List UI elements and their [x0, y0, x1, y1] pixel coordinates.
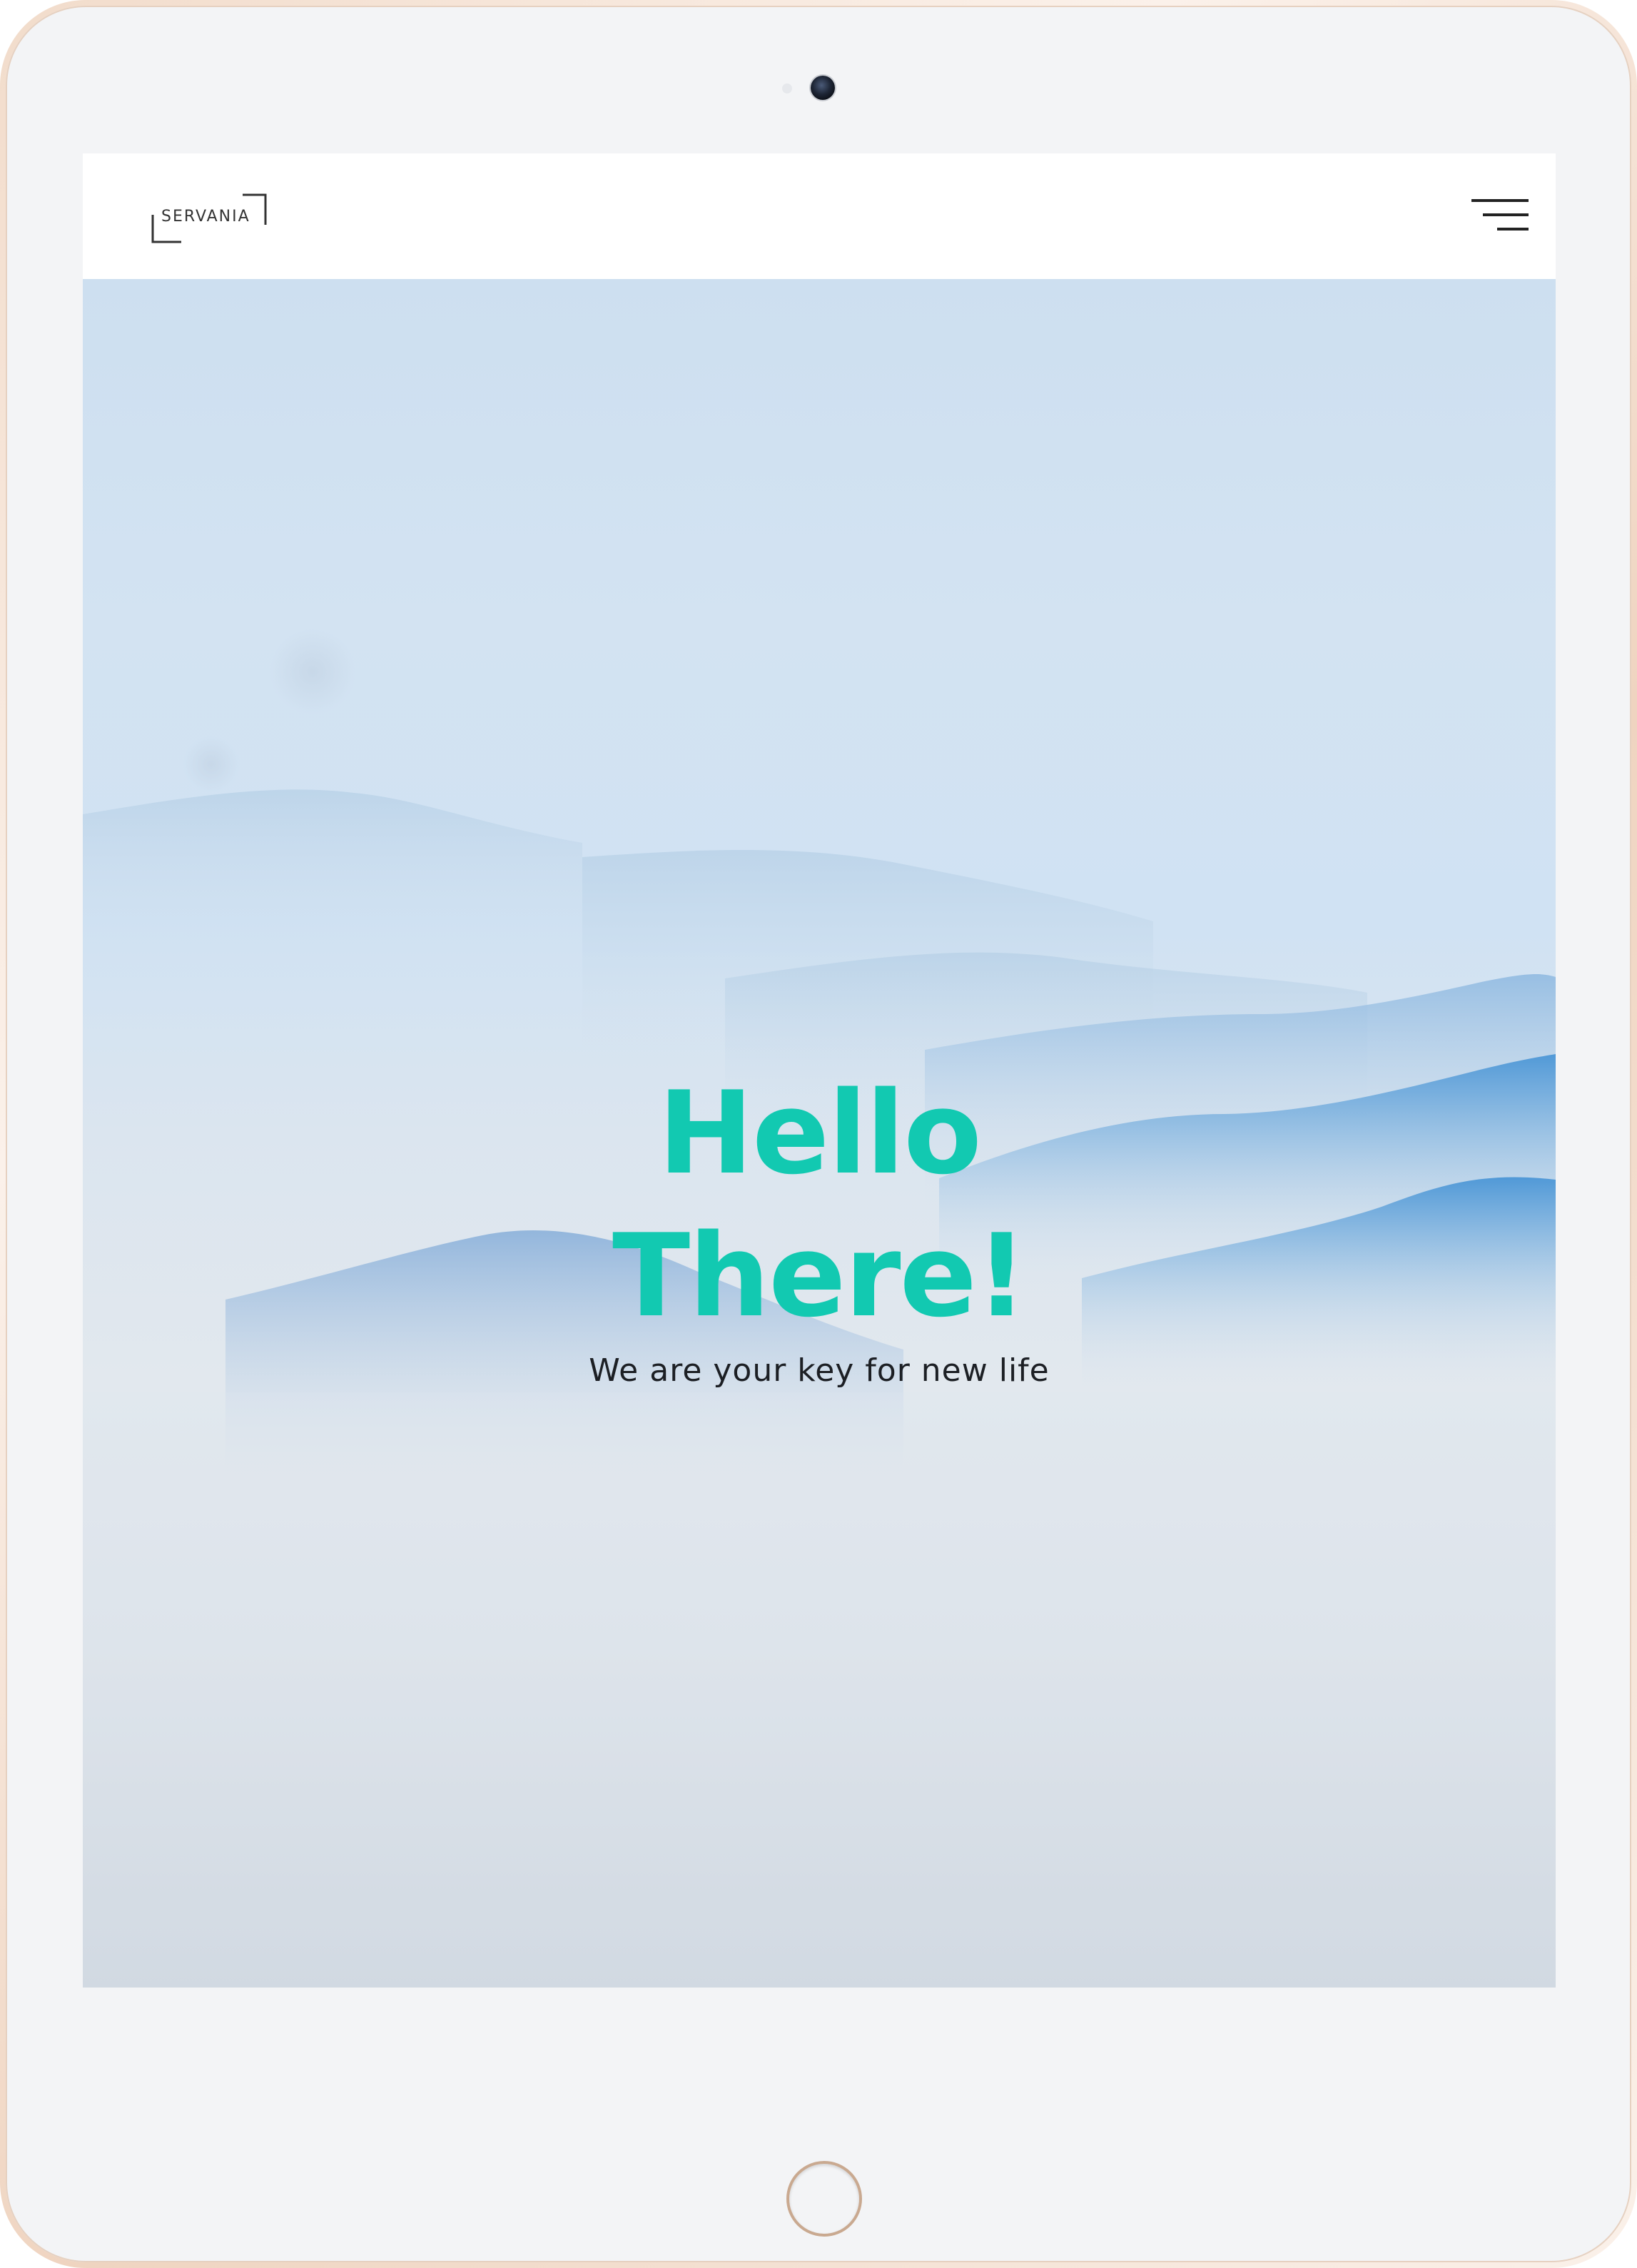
logo-text: SERVANIA [161, 208, 250, 226]
home-button[interactable] [786, 2161, 862, 2237]
hero-title-line-2: There! [612, 1209, 1028, 1343]
front-camera-icon [811, 76, 835, 100]
site-navbar: SERVANIA [83, 153, 1556, 279]
tablet-bezel: SERVANIA Hello There! We are your key fo… [6, 6, 1631, 2262]
tablet-device-frame: SERVANIA Hello There! We are your key fo… [0, 0, 1637, 2268]
hamburger-menu-icon [1471, 199, 1529, 231]
hero-title: Hello There! [83, 1062, 1556, 1347]
ambient-sensor [782, 83, 792, 93]
hamburger-menu-button[interactable] [1470, 195, 1530, 238]
hero-title-line-1: Hello [657, 1066, 982, 1200]
site-logo[interactable]: SERVANIA [151, 193, 268, 243]
hero-section: Hello There! We are your key for new lif… [83, 279, 1556, 1988]
hero-subtitle: We are your key for new life [589, 1352, 1050, 1389]
tablet-screen: SERVANIA Hello There! We are your key fo… [83, 153, 1556, 1988]
